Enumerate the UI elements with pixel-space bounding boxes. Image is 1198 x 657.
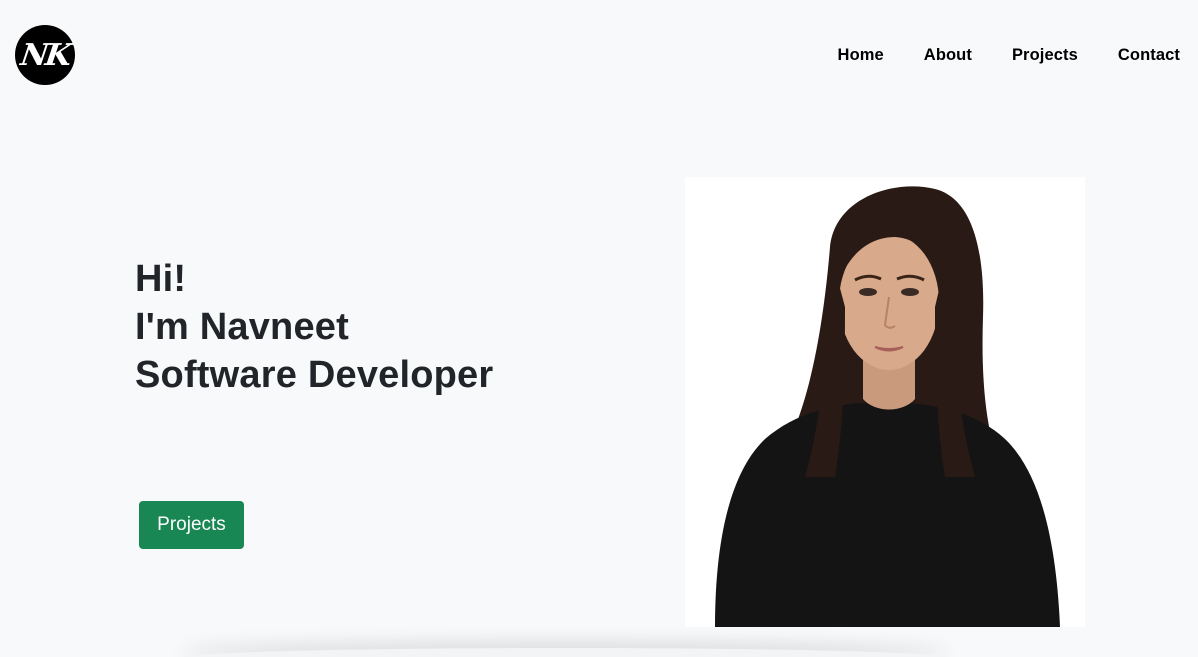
hero-greeting: Hi! [135,258,187,300]
logo-text: NK [18,37,72,73]
projects-button[interactable]: Projects [139,501,244,549]
nav-home-link[interactable]: Home [838,46,884,65]
nav-projects-link[interactable]: Projects [1012,46,1078,65]
profile-photo-illustration [715,186,1060,627]
page: NK Home About Projects Contact Hi! I'm N… [0,0,1198,657]
section-divider-shadow [180,648,950,657]
hero-role: Software Developer [135,354,494,396]
profile-photo [685,177,1085,627]
navbar: NK Home About Projects Contact [0,0,1198,112]
nav-contact-link[interactable]: Contact [1118,46,1180,65]
nav-links: Home About Projects Contact [838,46,1180,65]
nav-about-link[interactable]: About [924,46,972,65]
hero-name: I'm Navneet [135,306,349,348]
logo[interactable]: NK [15,25,75,85]
hero-heading: Hi! I'm Navneet Software Developer [135,255,493,399]
